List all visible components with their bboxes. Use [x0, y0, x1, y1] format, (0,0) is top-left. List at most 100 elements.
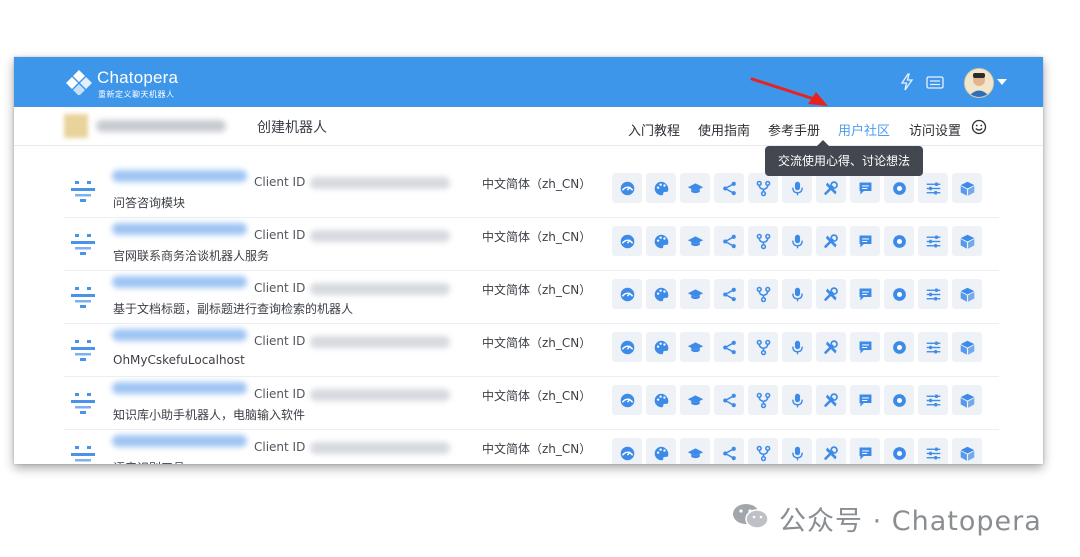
microphone-button[interactable] [782, 385, 812, 415]
sliders-button[interactable] [918, 173, 948, 203]
bot-name-redacted[interactable] [112, 382, 247, 394]
settings-gear-button[interactable] [884, 226, 914, 256]
share-button[interactable] [714, 173, 744, 203]
microphone-button[interactable] [782, 332, 812, 362]
settings-gear-button[interactable] [884, 332, 914, 362]
chat-icon [859, 341, 871, 353]
nav-access-settings[interactable]: 访问设置 [909, 120, 961, 139]
graduation-cap-button[interactable] [680, 279, 710, 309]
graduation-cap-button[interactable] [680, 226, 710, 256]
graduation-cap-button[interactable] [680, 332, 710, 362]
share-button[interactable] [714, 385, 744, 415]
bot-row[interactable]: 官网联系商务洽谈机器人服务 Client ID 中文简体（zh_CN） [64, 218, 999, 271]
graduation-cap-button[interactable] [680, 385, 710, 415]
fork-button[interactable] [748, 332, 778, 362]
chat-button[interactable] [850, 279, 880, 309]
cube-button[interactable] [952, 173, 982, 203]
bot-row[interactable]: 知识库小助手机器人，电脑输入软件 Client ID 中文简体（zh_CN） [64, 377, 999, 430]
microphone-icon [791, 446, 803, 460]
cube-button[interactable] [952, 332, 982, 362]
bot-name-redacted[interactable] [112, 329, 247, 341]
bot-row[interactable]: OhMyCskefuLocalhost Client ID 中文简体（zh_CN） [64, 324, 999, 377]
tools-button[interactable] [816, 438, 846, 464]
keyboard-icon[interactable] [925, 72, 945, 92]
microphone-button[interactable] [782, 438, 812, 464]
chat-icon [859, 182, 871, 194]
graduation-cap-button[interactable] [680, 438, 710, 464]
dashboard-button[interactable] [612, 385, 642, 415]
palette-button[interactable] [646, 438, 676, 464]
chat-button[interactable] [850, 226, 880, 256]
dashboard-button[interactable] [612, 226, 642, 256]
smile-icon[interactable] [971, 119, 987, 135]
brand-logo[interactable]: Chatopera 重新定义聊天机器人 [64, 65, 234, 101]
dashboard-button[interactable] [612, 173, 642, 203]
sliders-button[interactable] [918, 385, 948, 415]
cube-button[interactable] [952, 438, 982, 464]
graduation-cap-button[interactable] [680, 173, 710, 203]
cube-button[interactable] [952, 279, 982, 309]
microphone-button[interactable] [782, 226, 812, 256]
fork-button[interactable] [748, 438, 778, 464]
chat-button[interactable] [850, 332, 880, 362]
palette-button[interactable] [646, 173, 676, 203]
sliders-button[interactable] [918, 226, 948, 256]
sliders-icon [926, 341, 940, 353]
settings-gear-button[interactable] [884, 385, 914, 415]
palette-button[interactable] [646, 385, 676, 415]
lightning-icon[interactable] [897, 72, 917, 92]
nav-community[interactable]: 用户社区 [838, 120, 890, 139]
bot-icon [71, 181, 95, 202]
tools-button[interactable] [816, 385, 846, 415]
settings-gear-icon [892, 393, 906, 407]
palette-button[interactable] [646, 332, 676, 362]
sliders-button[interactable] [918, 279, 948, 309]
settings-gear-button[interactable] [884, 279, 914, 309]
bot-row[interactable]: 基于文档标题，副标题进行查询检索的机器人 Client ID 中文简体（zh_CN） [64, 271, 999, 324]
nav-reference[interactable]: 参考手册 [768, 120, 820, 139]
share-button[interactable] [714, 279, 744, 309]
microphone-button[interactable] [782, 173, 812, 203]
bot-name-redacted[interactable] [112, 435, 247, 447]
settings-gear-icon [892, 287, 906, 301]
dashboard-button[interactable] [612, 438, 642, 464]
create-bot-link[interactable]: 创建机器人 [257, 117, 327, 137]
chat-button[interactable] [850, 173, 880, 203]
tools-button[interactable] [816, 332, 846, 362]
user-avatar[interactable] [964, 68, 994, 98]
nav-user-guide[interactable]: 使用指南 [698, 120, 750, 139]
sliders-button[interactable] [918, 332, 948, 362]
tools-button[interactable] [816, 173, 846, 203]
share-button[interactable] [714, 438, 744, 464]
sliders-icon [926, 288, 940, 300]
fork-button[interactable] [748, 385, 778, 415]
settings-gear-button[interactable] [884, 173, 914, 203]
bot-name-redacted[interactable] [112, 223, 247, 235]
cube-button[interactable] [952, 385, 982, 415]
bot-name-redacted[interactable] [112, 170, 247, 182]
share-button[interactable] [714, 226, 744, 256]
nav-tutorial[interactable]: 入门教程 [628, 120, 680, 139]
fork-button[interactable] [748, 226, 778, 256]
microphone-button[interactable] [782, 279, 812, 309]
tools-button[interactable] [816, 279, 846, 309]
chevron-down-icon[interactable] [997, 79, 1007, 85]
sliders-icon [926, 394, 940, 406]
fork-button[interactable] [748, 279, 778, 309]
chat-button[interactable] [850, 385, 880, 415]
bot-name-redacted[interactable] [112, 276, 247, 288]
palette-button[interactable] [646, 226, 676, 256]
sliders-button[interactable] [918, 438, 948, 464]
cube-button[interactable] [952, 226, 982, 256]
settings-gear-button[interactable] [884, 438, 914, 464]
bot-row[interactable]: 语音识别工具 Client ID 中文简体（zh_CN） [64, 430, 999, 464]
dashboard-button[interactable] [612, 332, 642, 362]
account-selector[interactable] [64, 112, 239, 140]
wechat-watermark: 公众号 · Chatopera [731, 499, 1051, 537]
dashboard-button[interactable] [612, 279, 642, 309]
chat-button[interactable] [850, 438, 880, 464]
share-button[interactable] [714, 332, 744, 362]
palette-button[interactable] [646, 279, 676, 309]
tools-button[interactable] [816, 226, 846, 256]
fork-button[interactable] [748, 173, 778, 203]
